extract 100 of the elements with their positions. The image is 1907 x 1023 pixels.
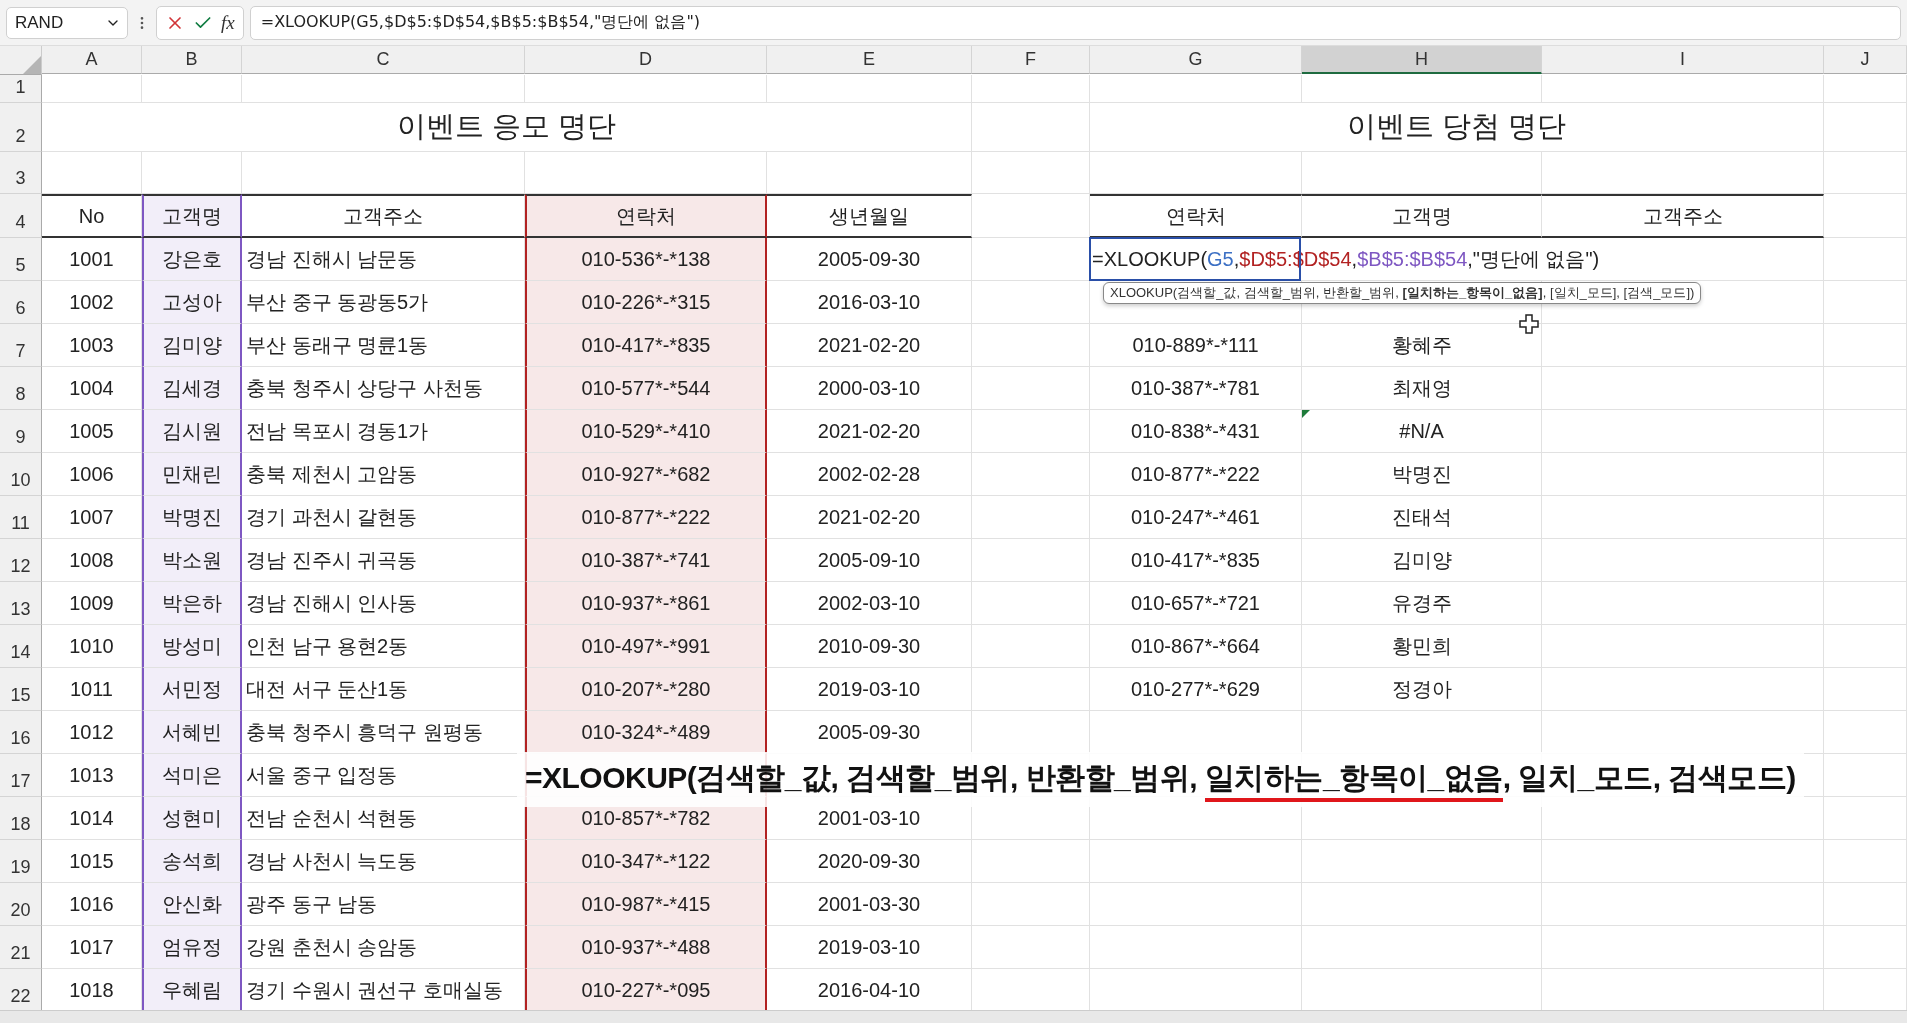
row-header[interactable]: 4: [0, 194, 42, 238]
empty-cell[interactable]: [972, 152, 1090, 194]
row-header[interactable]: 10: [0, 453, 42, 496]
empty-cell[interactable]: [1542, 625, 1824, 668]
empty-cell[interactable]: [972, 281, 1090, 324]
column-header[interactable]: H: [1302, 46, 1542, 74]
empty-cell[interactable]: [1302, 152, 1542, 194]
empty-cell[interactable]: [767, 75, 972, 103]
empty-cell[interactable]: [972, 668, 1090, 711]
empty-cell[interactable]: [1824, 926, 1907, 969]
row-header[interactable]: 3: [0, 152, 42, 194]
empty-cell[interactable]: [972, 194, 1090, 238]
column-header[interactable]: G: [1090, 46, 1302, 74]
empty-cell[interactable]: [1542, 883, 1824, 926]
empty-cell[interactable]: [525, 75, 767, 103]
row-header[interactable]: 12: [0, 539, 42, 582]
row-header[interactable]: 8: [0, 367, 42, 410]
empty-cell[interactable]: [1090, 883, 1302, 926]
row-header[interactable]: 13: [0, 582, 42, 625]
empty-cell[interactable]: [1542, 410, 1824, 453]
empty-cell[interactable]: [1542, 668, 1824, 711]
empty-cell[interactable]: [1302, 926, 1542, 969]
column-header[interactable]: D: [525, 46, 767, 74]
column-header[interactable]: E: [767, 46, 972, 74]
empty-cell[interactable]: [1824, 539, 1907, 582]
empty-cell[interactable]: [242, 75, 525, 103]
empty-cell[interactable]: [972, 410, 1090, 453]
empty-cell[interactable]: [1542, 496, 1824, 539]
column-header[interactable]: A: [42, 46, 142, 74]
empty-cell[interactable]: [242, 152, 525, 194]
empty-cell[interactable]: [1302, 883, 1542, 926]
row-header[interactable]: 18: [0, 797, 42, 840]
empty-cell[interactable]: [767, 152, 972, 194]
empty-cell[interactable]: [1824, 582, 1907, 625]
empty-cell[interactable]: [1824, 711, 1907, 754]
empty-cell[interactable]: [972, 840, 1090, 883]
empty-cell[interactable]: [1542, 324, 1824, 367]
empty-cell[interactable]: [1824, 625, 1907, 668]
row-header[interactable]: 19: [0, 840, 42, 883]
row-header[interactable]: 21: [0, 926, 42, 969]
empty-cell[interactable]: [1302, 840, 1542, 883]
empty-cell[interactable]: [1542, 840, 1824, 883]
empty-cell[interactable]: [1824, 367, 1907, 410]
row-header[interactable]: 6: [0, 281, 42, 324]
row-header[interactable]: 5: [0, 238, 42, 281]
empty-cell[interactable]: [142, 75, 242, 103]
empty-cell[interactable]: [1542, 539, 1824, 582]
empty-cell[interactable]: [142, 152, 242, 194]
empty-cell[interactable]: [1824, 152, 1907, 194]
empty-cell[interactable]: [1090, 152, 1302, 194]
row-header[interactable]: 2: [0, 103, 42, 152]
empty-cell[interactable]: [972, 926, 1090, 969]
empty-cell[interactable]: [1090, 840, 1302, 883]
empty-cell[interactable]: [1824, 324, 1907, 367]
empty-cell[interactable]: [1542, 152, 1824, 194]
row-header[interactable]: 15: [0, 668, 42, 711]
select-all-button[interactable]: [0, 46, 42, 75]
insert-function-button[interactable]: fx: [221, 11, 235, 34]
name-box[interactable]: RAND: [6, 6, 128, 39]
empty-cell[interactable]: [1824, 194, 1907, 238]
empty-cell[interactable]: [1824, 75, 1907, 103]
empty-cell[interactable]: [972, 75, 1090, 103]
empty-cell[interactable]: [525, 152, 767, 194]
empty-cell[interactable]: [1542, 453, 1824, 496]
empty-cell[interactable]: [972, 883, 1090, 926]
empty-cell[interactable]: [1542, 367, 1824, 410]
column-header[interactable]: J: [1824, 46, 1907, 74]
formula-field[interactable]: =XLOOKUP(G5,$D$5:$D$54,$B$5:$B$54,"명단에 없음"): [249, 5, 1901, 40]
empty-cell[interactable]: [1542, 582, 1824, 625]
row-header[interactable]: 16: [0, 711, 42, 754]
empty-cell[interactable]: [972, 496, 1090, 539]
empty-cell[interactable]: [1824, 840, 1907, 883]
empty-cell[interactable]: [972, 103, 1090, 152]
empty-cell[interactable]: [1824, 797, 1907, 840]
column-header[interactable]: F: [972, 46, 1090, 74]
row-header[interactable]: 1: [0, 75, 42, 103]
empty-cell[interactable]: [972, 582, 1090, 625]
row-header[interactable]: 7: [0, 324, 42, 367]
empty-cell[interactable]: [972, 367, 1090, 410]
column-header[interactable]: B: [142, 46, 242, 74]
column-header[interactable]: I: [1542, 46, 1824, 74]
row-header[interactable]: 11: [0, 496, 42, 539]
empty-cell[interactable]: [1302, 75, 1542, 103]
row-header[interactable]: 17: [0, 754, 42, 797]
empty-cell[interactable]: [972, 539, 1090, 582]
empty-cell[interactable]: [1824, 410, 1907, 453]
empty-cell[interactable]: [1824, 883, 1907, 926]
empty-cell[interactable]: [972, 453, 1090, 496]
empty-cell[interactable]: [1542, 926, 1824, 969]
empty-cell[interactable]: [1824, 281, 1907, 324]
empty-cell[interactable]: [1824, 103, 1907, 152]
row-header[interactable]: 14: [0, 625, 42, 668]
empty-cell[interactable]: [972, 625, 1090, 668]
empty-cell[interactable]: [1824, 453, 1907, 496]
empty-cell[interactable]: [1824, 754, 1907, 797]
empty-cell[interactable]: [1824, 496, 1907, 539]
empty-cell[interactable]: [1090, 75, 1302, 103]
empty-cell[interactable]: [972, 324, 1090, 367]
row-header[interactable]: 22: [0, 969, 42, 1010]
row-header[interactable]: 9: [0, 410, 42, 453]
